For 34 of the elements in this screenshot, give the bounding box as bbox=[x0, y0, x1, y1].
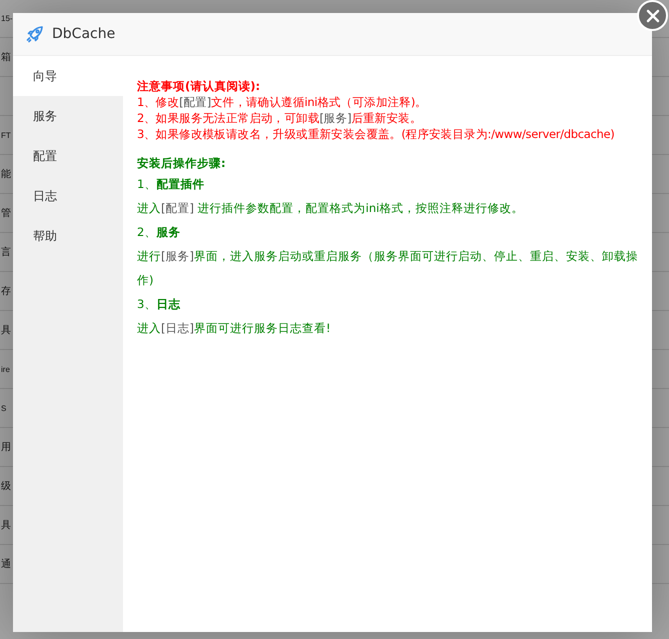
sidebar-tab[interactable]: 服务 bbox=[13, 96, 123, 136]
page-text: 能 bbox=[1, 168, 11, 181]
sidebar-tab[interactable]: 帮助 bbox=[13, 216, 123, 256]
page-text: 箱 bbox=[1, 51, 11, 64]
page-text: 用 bbox=[1, 441, 11, 454]
sidebar-tab[interactable]: 配置 bbox=[13, 136, 123, 176]
page-text: S bbox=[1, 404, 6, 412]
notice-text: 3、如果修改模板请改名，升级或重新安装会覆盖。(程序安装目录为:/www/server/dbcache) bbox=[137, 126, 616, 142]
page-text: FT bbox=[1, 130, 11, 140]
window-title: DbCache bbox=[52, 26, 116, 42]
close-button[interactable] bbox=[637, 0, 668, 31]
notice-text: 1、修改[配置]文件，请确认遵循ini格式（可添加注释)。 bbox=[137, 94, 428, 110]
notice-heading: 注意事项(请认真阅读): bbox=[137, 78, 262, 94]
page-text: 级 bbox=[1, 480, 11, 493]
step-text: 进行[服务]界面，进入服务启动或重启服务（服务界面可进行启动、停止、重启、安装、卸载操作) bbox=[137, 248, 639, 289]
step-title: 3、日志 bbox=[137, 296, 182, 313]
steps-heading: 安装后操作步骤: bbox=[137, 155, 227, 172]
step-text: 进入[配置] 进行插件参数配置，配置格式为ini格式，按照注释进行修改。 bbox=[137, 200, 524, 217]
rocket-icon bbox=[26, 25, 44, 43]
close-icon bbox=[646, 8, 660, 22]
notice-text: 2、如果服务无法正常启动，可卸载[服务]后重新安装。 bbox=[137, 110, 423, 126]
sidebar-tab[interactable]: 日志 bbox=[13, 176, 123, 216]
page-text: 通 bbox=[1, 558, 11, 571]
page-text: ire bbox=[1, 364, 10, 374]
page-text: 具 bbox=[1, 519, 11, 532]
step-title: 2、服务 bbox=[137, 224, 182, 241]
page-text: 具 bbox=[1, 324, 11, 337]
sidebar-tab[interactable]: 向导 bbox=[13, 56, 123, 96]
page-text: 管 bbox=[1, 207, 11, 220]
step-text: 进入[日志]界面可进行服务日志查看! bbox=[137, 320, 332, 337]
step-title: 1、配置插件 bbox=[137, 176, 206, 193]
page-text: 15- bbox=[1, 14, 13, 23]
page-text: 言 bbox=[1, 246, 11, 259]
page-text: 存 bbox=[1, 285, 11, 298]
